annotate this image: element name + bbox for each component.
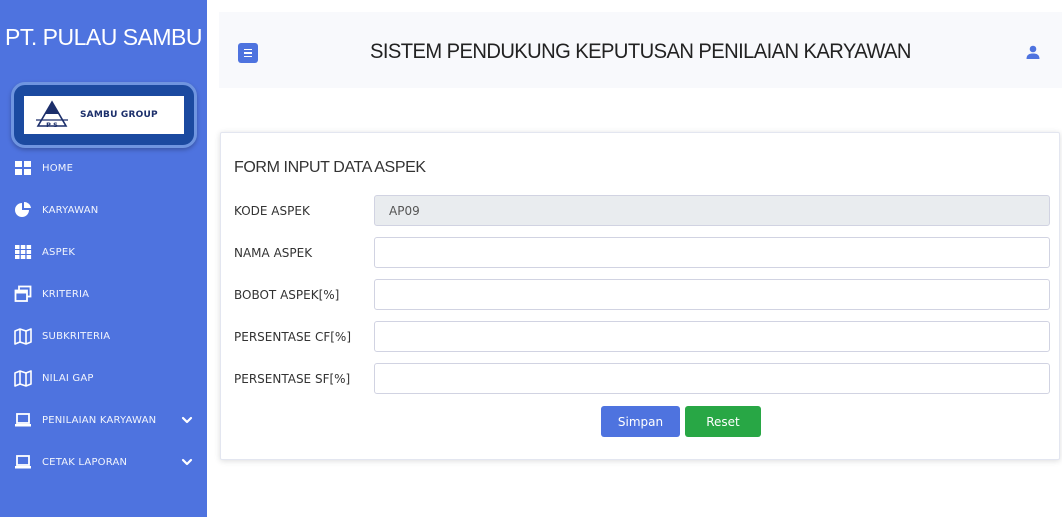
window-restore-icon — [14, 285, 32, 303]
sidebar-item-cetak-laporan[interactable]: CETAK LAPORAN — [0, 441, 207, 483]
pie-chart-icon — [14, 201, 32, 219]
persentase-cf-label: PERSENTASE CF[%] — [234, 330, 351, 344]
sidebar-item-nilai-gap[interactable]: NILAI GAP — [0, 357, 207, 399]
simpan-button[interactable]: Simpan — [601, 406, 680, 437]
hamburger-line — [244, 48, 252, 51]
grid-2x2-icon — [14, 159, 32, 177]
sidebar: PT. PULAU SAMBU P S SAMBU GROUP HOME KAR… — [0, 0, 207, 517]
sidebar-item-label: KARYAWAN — [42, 204, 99, 216]
laptop-icon — [14, 453, 32, 471]
topbar: SISTEM PENDUKUNG KEPUTUSAN PENILAIAN KAR… — [219, 12, 1062, 88]
bobot-aspek-input[interactable] — [374, 279, 1050, 310]
logo-card: P S SAMBU GROUP — [24, 96, 184, 134]
sidebar-item-label: CETAK LAPORAN — [42, 456, 128, 468]
sidebar-nav: HOME KARYAWAN ASPEK KRITERIA SUBKRITERIA… — [0, 147, 207, 483]
bobot-aspek-label: BOBOT ASPEK[%] — [234, 288, 340, 302]
sidebar-item-label: PENILAIAN KARYAWAN — [42, 414, 157, 426]
sidebar-item-label: SUBKRITERIA — [42, 330, 111, 342]
sidebar-item-subkriteria[interactable]: SUBKRITERIA — [0, 315, 207, 357]
hamburger-line — [244, 52, 252, 54]
form-card: FORM INPUT DATA ASPEK KODE ASPEK NAMA AS… — [220, 132, 1060, 460]
sidebar-item-label: ASPEK — [42, 246, 76, 258]
reset-button[interactable]: Reset — [685, 406, 761, 437]
sidebar-item-label: KRITERIA — [42, 288, 90, 300]
sambu-logo-icon: P S — [36, 100, 68, 129]
kode-aspek-label: KODE ASPEK — [234, 204, 310, 218]
sidebar-item-label: NILAI GAP — [42, 372, 94, 384]
persentase-sf-input[interactable] — [374, 363, 1050, 394]
sidebar-brand[interactable]: PT. PULAU SAMBU — [0, 0, 207, 74]
laptop-icon — [14, 411, 32, 429]
map-icon — [14, 327, 32, 345]
chevron-down-icon — [181, 416, 193, 424]
page-title: SISTEM PENDUKUNG KEPUTUSAN PENILAIAN KAR… — [370, 40, 911, 63]
persentase-sf-label: PERSENTASE SF[%] — [234, 372, 351, 386]
sidebar-toggle-button[interactable] — [238, 43, 258, 63]
kode-aspek-input[interactable] — [374, 195, 1050, 226]
map-icon — [14, 369, 32, 387]
user-icon[interactable] — [1025, 44, 1041, 60]
sidebar-item-aspek[interactable]: ASPEK — [0, 231, 207, 273]
sidebar-item-kriteria[interactable]: KRITERIA — [0, 273, 207, 315]
logo-text: SAMBU GROUP — [80, 110, 158, 120]
sidebar-item-label: HOME — [42, 162, 74, 174]
form-title: FORM INPUT DATA ASPEK — [234, 159, 426, 176]
company-logo: P S SAMBU GROUP — [11, 82, 197, 148]
nama-aspek-label: NAMA ASPEK — [234, 246, 313, 260]
app-root: PT. PULAU SAMBU P S SAMBU GROUP HOME KAR… — [0, 0, 1062, 517]
grid-3x3-icon — [14, 243, 32, 261]
sidebar-item-karyawan[interactable]: KARYAWAN — [0, 189, 207, 231]
persentase-cf-input[interactable] — [374, 321, 1050, 352]
sidebar-item-home[interactable]: HOME — [0, 147, 207, 189]
nama-aspek-input[interactable] — [374, 237, 1050, 268]
logo-mark-text: P S — [46, 121, 58, 129]
hamburger-line — [244, 55, 252, 58]
chevron-down-icon — [181, 458, 193, 466]
sidebar-item-penilaian-karyawan[interactable]: PENILAIAN KARYAWAN — [0, 399, 207, 441]
